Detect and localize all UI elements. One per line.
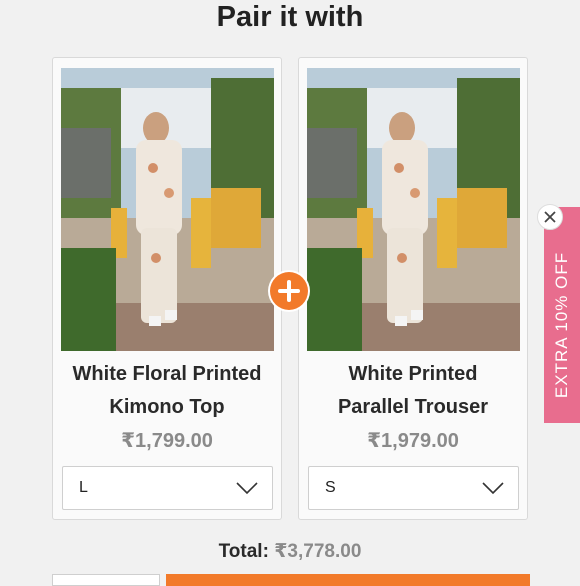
product-name-line: Kimono Top [109, 396, 225, 418]
total-amount: ₹3,778.00 [274, 541, 362, 562]
chevron-down-icon [236, 481, 258, 500]
product-price: ₹1,979.00 [367, 430, 459, 452]
product-name[interactable]: White Floral Printed Kimono Top [53, 358, 281, 424]
product-name-line: Parallel Trouser [337, 396, 489, 418]
secondary-button[interactable] [52, 574, 160, 586]
total-label: Total: [218, 541, 269, 562]
chevron-down-icon [482, 481, 504, 500]
product-card-parallel-trouser[interactable]: White Printed Parallel Trouser ₹1,979.00… [298, 57, 528, 520]
size-select[interactable]: S [308, 466, 519, 510]
product-name[interactable]: White Printed Parallel Trouser [299, 358, 527, 424]
product-name-line: White Floral Printed [72, 363, 262, 385]
product-price: ₹1,799.00 [121, 430, 213, 452]
size-select-value: L [79, 479, 88, 496]
extra-discount-label: EXTRA 10% OFF [552, 251, 571, 399]
product-card-kimono-top[interactable]: White Floral Printed Kimono Top ₹1,799.0… [52, 57, 282, 520]
bundle-total: Total: ₹3,778.00 [0, 540, 580, 563]
add-bundle-button[interactable] [166, 574, 530, 586]
section-heading: Pair it with [216, 1, 364, 33]
size-select-value: S [325, 479, 336, 496]
product-image[interactable] [61, 68, 274, 351]
product-image[interactable] [307, 68, 520, 351]
close-icon[interactable] [537, 204, 563, 230]
plus-icon [270, 272, 308, 310]
product-name-line: White Printed [348, 363, 478, 385]
size-select[interactable]: L [62, 466, 273, 510]
extra-discount-tab[interactable]: EXTRA 10% OFF [544, 207, 580, 423]
